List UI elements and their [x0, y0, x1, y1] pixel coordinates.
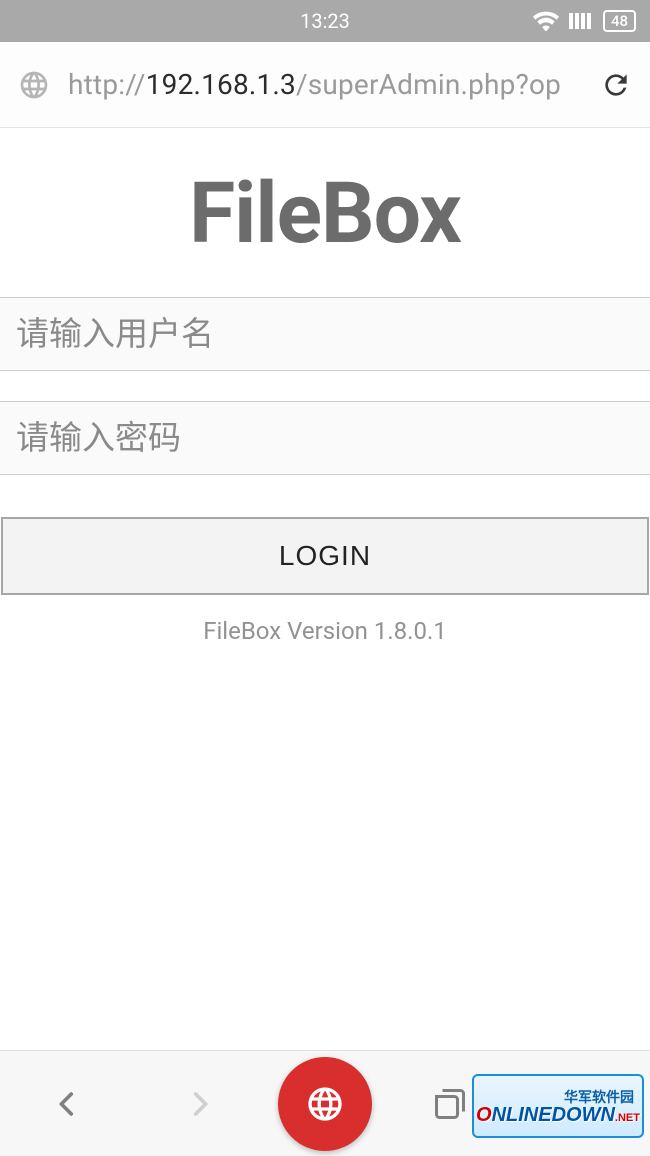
username-input[interactable] — [0, 297, 650, 371]
password-input[interactable] — [0, 401, 650, 475]
refresh-icon[interactable] — [600, 69, 632, 101]
signal-icon — [569, 11, 593, 31]
status-bar: 13:23 48 — [0, 0, 650, 42]
page-title: FileBox — [0, 164, 650, 263]
url-host: 192.168.1.3 — [146, 68, 296, 101]
wifi-icon — [533, 11, 559, 31]
nav-forward-button[interactable] — [145, 1051, 255, 1156]
battery-indicator: 48 — [603, 10, 636, 32]
status-time: 13:23 — [300, 9, 350, 33]
status-right: 48 — [533, 10, 636, 32]
nav-back-button[interactable] — [12, 1051, 122, 1156]
watermark-text-main: ONLINEDOWN.NET — [476, 1105, 640, 1125]
nav-home-fab[interactable] — [278, 1057, 372, 1151]
globe-icon — [18, 69, 50, 101]
login-button[interactable]: LOGIN — [1, 517, 649, 595]
url-path: /superAdmin.php?op — [296, 68, 561, 101]
watermark-badge: 华军软件园 ONLINEDOWN.NET — [472, 1074, 644, 1138]
url-prefix: http:// — [68, 68, 146, 101]
version-text: FileBox Version 1.8.0.1 — [0, 617, 650, 645]
browser-address-bar: http://192.168.1.3/superAdmin.php?op — [0, 42, 650, 128]
url-field[interactable]: http://192.168.1.3/superAdmin.php?op — [68, 68, 582, 101]
